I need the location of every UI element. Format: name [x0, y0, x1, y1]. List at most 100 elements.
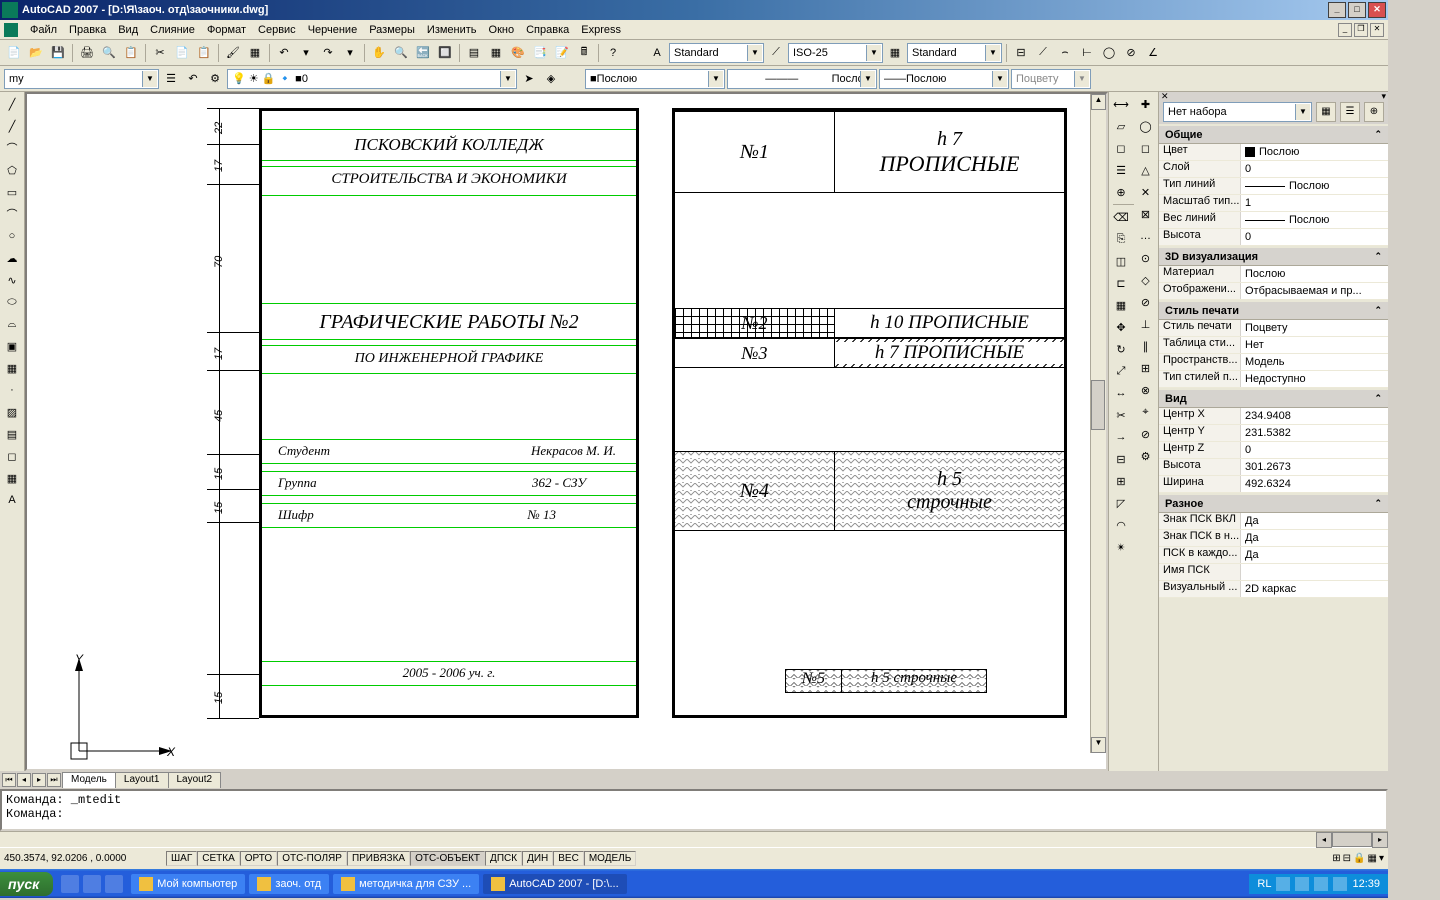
zoom-window-icon[interactable]: 🔲: [435, 43, 455, 63]
prop-row[interactable]: МатериалПослою: [1159, 266, 1388, 283]
layer-prev-icon[interactable]: ↶: [183, 69, 203, 89]
close-button[interactable]: ✕: [1368, 2, 1386, 18]
prop-row[interactable]: Вес линийПослою: [1159, 212, 1388, 229]
redo-icon[interactable]: ↷: [318, 43, 338, 63]
spline-icon[interactable]: ∿: [2, 270, 22, 290]
quickcalc-icon[interactable]: 🖩: [574, 43, 594, 63]
copy-icon[interactable]: ⎘: [1111, 229, 1131, 249]
taskbar-item[interactable]: методичка для СЗУ ...: [333, 874, 479, 894]
region-icon[interactable]: ◻: [1111, 138, 1131, 158]
help-icon[interactable]: ?: [603, 43, 623, 63]
layer-iso-icon[interactable]: ◈: [541, 69, 561, 89]
zoom-prev-icon[interactable]: 🔙: [413, 43, 433, 63]
ellipse-icon[interactable]: ⬭: [2, 292, 22, 312]
menu-express[interactable]: Express: [581, 24, 621, 36]
mdi-minimize-button[interactable]: _: [1338, 23, 1352, 37]
mirror-icon[interactable]: ◫: [1111, 251, 1131, 271]
layer-states-icon[interactable]: ⚙: [205, 69, 225, 89]
osnap-appint-icon[interactable]: ⊠: [1136, 204, 1156, 224]
status-toggle-СЕТКА[interactable]: СЕТКА: [197, 851, 240, 866]
textstyle-icon[interactable]: A: [647, 43, 667, 63]
status-toggle-МОДЕЛЬ[interactable]: МОДЕЛЬ: [584, 851, 636, 866]
osnap-tan-icon[interactable]: ⊘: [1136, 292, 1156, 312]
v-scrollbar[interactable]: ▲ ▼: [1090, 94, 1106, 753]
zoom-rt-icon[interactable]: 🔍: [391, 43, 411, 63]
prop-row[interactable]: Слой0: [1159, 161, 1388, 178]
lineweight-combo[interactable]: —— Послою▼: [879, 69, 1009, 89]
prop-row[interactable]: Центр Z0: [1159, 442, 1388, 459]
array-icon[interactable]: ▦: [1111, 295, 1131, 315]
osnap-int-icon[interactable]: ✕: [1136, 182, 1156, 202]
prop-row[interactable]: Визуальный ...2D каркас: [1159, 581, 1388, 598]
layer-manager-icon[interactable]: ☰: [161, 69, 181, 89]
scroll-left-button[interactable]: ◂: [1316, 832, 1332, 848]
osnap-end-icon[interactable]: ◻: [1136, 138, 1156, 158]
prop-row[interactable]: Знак ПСК в н...Да: [1159, 530, 1388, 547]
rotate-icon[interactable]: ↻: [1111, 339, 1131, 359]
textstyle-combo[interactable]: Standard▼: [669, 43, 764, 63]
prop-group-header[interactable]: 3D визуализация⌃: [1159, 248, 1388, 266]
mdi-close-button[interactable]: ✕: [1370, 23, 1384, 37]
properties-icon[interactable]: ▤: [464, 43, 484, 63]
dim-ordinate-icon[interactable]: ⊢: [1077, 43, 1097, 63]
osnap-none-icon[interactable]: ⊘: [1136, 424, 1156, 444]
osnap-temp-icon[interactable]: ✚: [1136, 94, 1156, 114]
hatch-icon[interactable]: ▨: [2, 402, 22, 422]
toolpalette-icon[interactable]: 🎨: [508, 43, 528, 63]
ellipse-arc-icon[interactable]: ⌓: [2, 314, 22, 334]
prop-group-header[interactable]: Стиль печати⌃: [1159, 302, 1388, 320]
prop-row[interactable]: Имя ПСК: [1159, 564, 1388, 581]
block-editor-icon[interactable]: ▦: [245, 43, 265, 63]
status-toggle-ОТС-ПОЛЯР[interactable]: ОТС-ПОЛЯР: [277, 851, 347, 866]
gradient-icon[interactable]: ▤: [2, 424, 22, 444]
sheetset-icon[interactable]: 📑: [530, 43, 550, 63]
tab-model[interactable]: Модель: [62, 772, 116, 788]
menu-help[interactable]: Справка: [526, 24, 569, 36]
tray-icon[interactable]: ⊟: [1343, 853, 1351, 864]
pan-icon[interactable]: ✋: [369, 43, 389, 63]
osnap-node-icon[interactable]: ⊗: [1136, 380, 1156, 400]
move-icon[interactable]: ✥: [1111, 317, 1131, 337]
tablestyle-icon[interactable]: ▦: [885, 43, 905, 63]
new-icon[interactable]: 📄: [4, 43, 24, 63]
menu-view[interactable]: Вид: [118, 24, 138, 36]
prop-row[interactable]: Тип линийПослою: [1159, 178, 1388, 195]
status-toggle-ВЕС[interactable]: ВЕС: [553, 851, 584, 866]
taskbar-item[interactable]: AutoCAD 2007 - [D:\...: [483, 874, 626, 894]
tray-icon[interactable]: 🔒: [1353, 853, 1365, 864]
layer-combo[interactable]: 💡 ☀ 🔒 🔹 ■ 0▼: [227, 69, 517, 89]
dim-angular-icon[interactable]: ∠: [1143, 43, 1163, 63]
quicklaunch-icon[interactable]: [105, 875, 123, 893]
status-toggle-ОТС-ОБЪЕКТ[interactable]: ОТС-ОБЪЕКТ: [410, 851, 485, 866]
polygon-icon[interactable]: ⬠: [2, 160, 22, 180]
tray-icon[interactable]: [1333, 877, 1347, 891]
redo-dropdown-icon[interactable]: ▾: [340, 43, 360, 63]
distance-icon[interactable]: ⟷: [1111, 94, 1131, 114]
osnap-per-icon[interactable]: ⊥: [1136, 314, 1156, 334]
tray-icon[interactable]: ⊞: [1332, 853, 1340, 864]
lang-indicator[interactable]: RL: [1257, 878, 1271, 890]
layer-filter-combo[interactable]: my▼: [4, 69, 159, 89]
command-line[interactable]: Команда: _mtedit Команда:: [0, 789, 1388, 831]
osnap-ins-icon[interactable]: ⊞: [1136, 358, 1156, 378]
prop-row[interactable]: Высота301.2673: [1159, 459, 1388, 476]
paste-icon[interactable]: 📋: [194, 43, 214, 63]
prop-group-header[interactable]: Вид⌃: [1159, 390, 1388, 408]
match-prop-icon[interactable]: 🖌: [223, 43, 243, 63]
save-icon[interactable]: 💾: [48, 43, 68, 63]
erase-icon[interactable]: ⌫: [1111, 207, 1131, 227]
copy-icon[interactable]: 📄: [172, 43, 192, 63]
osnap-mid-icon[interactable]: △: [1136, 160, 1156, 180]
prop-row[interactable]: Центр Y231.5382: [1159, 425, 1388, 442]
prop-row[interactable]: Знак ПСК ВКЛДа: [1159, 513, 1388, 530]
taskbar-item[interactable]: заоч. отд: [249, 874, 329, 894]
insert-block-icon[interactable]: ▣: [2, 336, 22, 356]
publish-icon[interactable]: 📋: [121, 43, 141, 63]
menu-window[interactable]: Окно: [489, 24, 515, 36]
quicklaunch-icon[interactable]: [83, 875, 101, 893]
menu-draw[interactable]: Черчение: [308, 24, 358, 36]
scroll-right-button[interactable]: ▸: [1372, 832, 1388, 848]
dimstyle-icon[interactable]: ⟋: [766, 43, 786, 63]
area-icon[interactable]: ▱: [1111, 116, 1131, 136]
minimize-button[interactable]: _: [1328, 2, 1346, 18]
